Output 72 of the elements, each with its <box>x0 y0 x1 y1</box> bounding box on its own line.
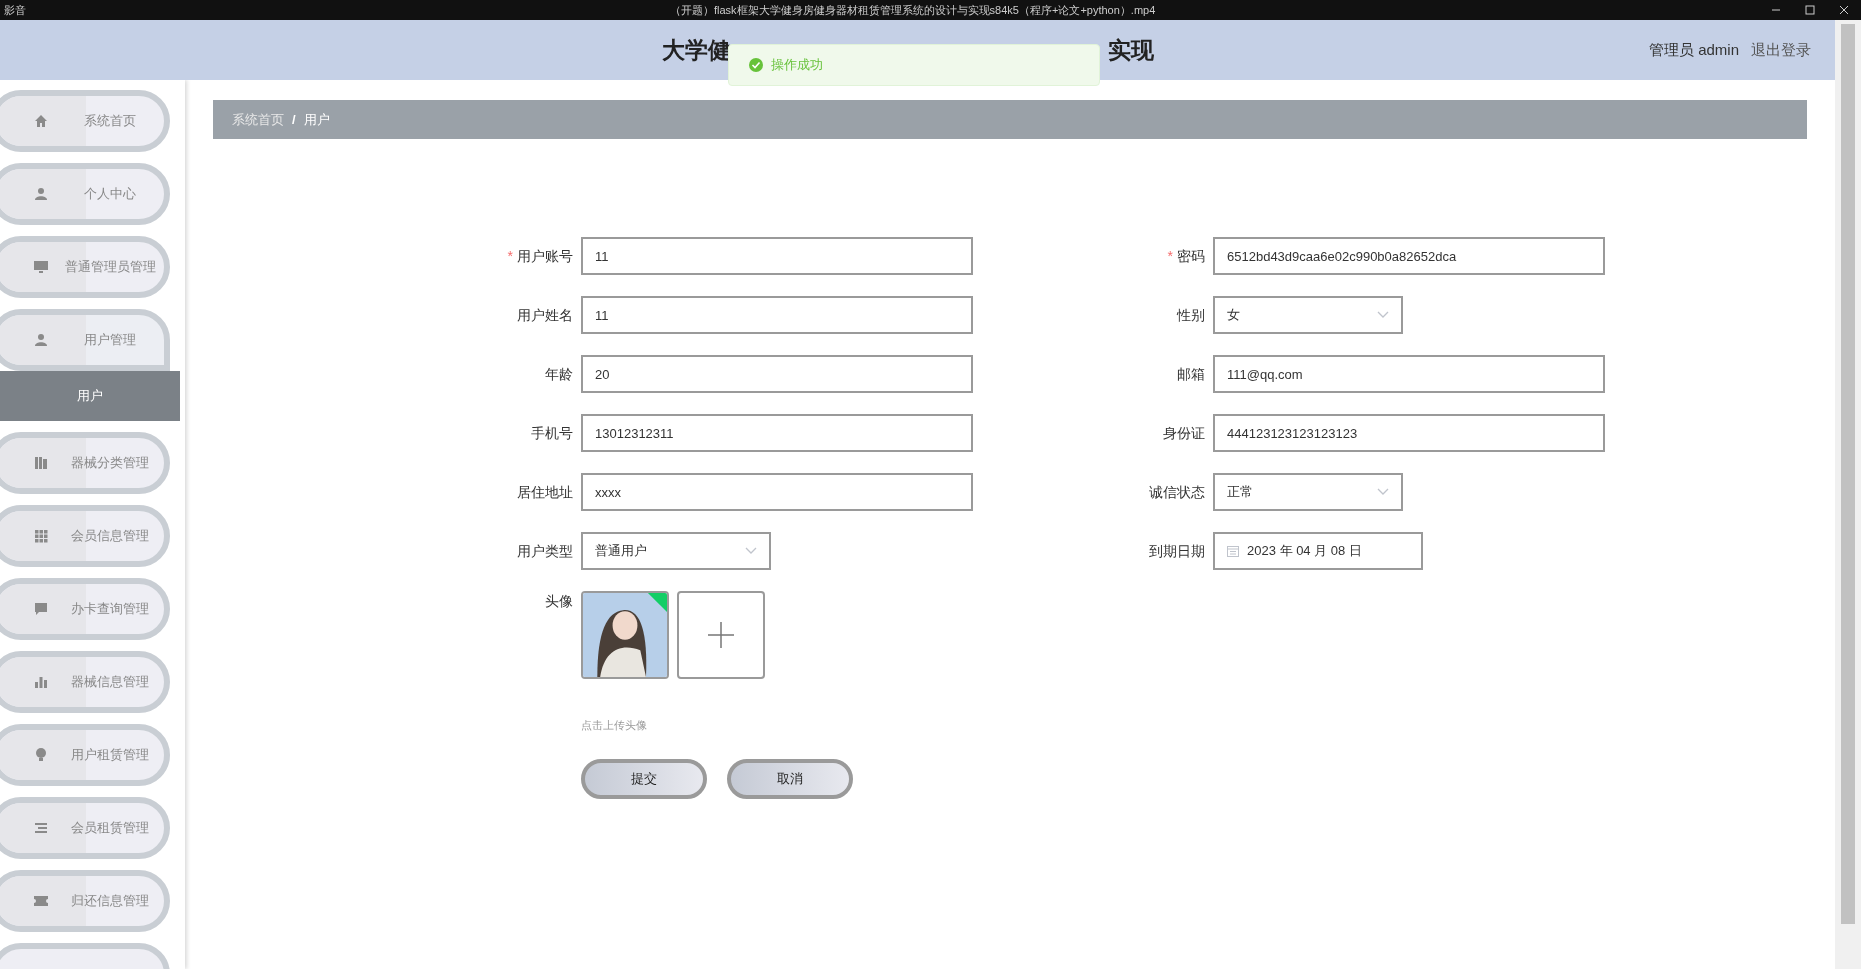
select-field[interactable]: 正常 <box>1213 473 1403 511</box>
field-label: 手机号 <box>531 423 573 443</box>
home-icon <box>33 113 49 129</box>
field-label: 身份证 <box>1163 423 1205 443</box>
header-title: 大学健 <box>662 35 731 65</box>
sidebar-item[interactable]: 用户管理 <box>0 309 170 371</box>
bulb-icon <box>33 747 49 763</box>
sidebar-item[interactable]: 办卡查询管理 <box>0 578 170 640</box>
maximize-icon[interactable] <box>1805 5 1815 15</box>
required-mark: * <box>507 246 513 266</box>
file-title: （开题）flask框架大学健身房健身器材租赁管理系统的设计与实现s84k5（程序+论文+python）.mp4 <box>670 2 1156 18</box>
field-label: 用户类型 <box>517 541 573 561</box>
sidebar-item[interactable]: 普通管理员管理 <box>0 236 170 298</box>
chevron-down-icon <box>745 547 757 555</box>
field-label: 密码 <box>1177 246 1205 266</box>
submit-button[interactable]: 提交 <box>581 758 707 799</box>
sidebar-subitem[interactable]: 用户 <box>0 371 180 421</box>
app-label: 影音 <box>4 2 26 18</box>
input-field[interactable]: 11 <box>581 296 973 334</box>
header-title: 实现 <box>1108 35 1154 65</box>
user-icon <box>33 332 49 348</box>
chevron-down-icon <box>1377 311 1389 319</box>
sidebar-item[interactable]: 器械信息管理 <box>0 651 170 713</box>
field-label: 诚信状态 <box>1149 482 1205 502</box>
field-label: 性别 <box>1177 305 1205 325</box>
field-label: 用户账号 <box>517 246 573 266</box>
sidebar-item[interactable]: 会员租赁管理 <box>0 797 170 859</box>
chevron-down-icon <box>1377 488 1389 496</box>
field-label: 居住地址 <box>517 482 573 502</box>
field-label: 用户姓名 <box>517 305 573 325</box>
success-icon <box>749 58 763 72</box>
required-mark: * <box>1167 246 1173 266</box>
input-field[interactable]: 11 <box>581 237 973 275</box>
sidebar-item[interactable]: 个人中心 <box>0 163 170 225</box>
cancel-button[interactable]: 取消 <box>727 758 853 799</box>
logout-link[interactable]: 退出登录 <box>1751 38 1811 62</box>
upload-button[interactable] <box>677 591 765 679</box>
sidebar-item[interactable]: 会员信息管理 <box>0 505 170 567</box>
monitor-icon <box>33 259 49 275</box>
user-role: 管理员 admin <box>1648 39 1739 60</box>
calendar-icon <box>1227 545 1239 557</box>
scrollbar-thumb[interactable] <box>1841 24 1855 924</box>
input-field[interactable]: 20 <box>581 355 973 393</box>
input-field[interactable]: 6512bd43d9caa6e02c990b0a82652dca <box>1213 237 1605 275</box>
toast-message: 操作成功 <box>771 56 823 75</box>
input-field[interactable]: 111@qq.com <box>1213 355 1605 393</box>
plus-icon <box>707 621 735 649</box>
input-field[interactable]: 13012312311 <box>581 414 973 452</box>
upload-hint: 点击上传头像 <box>581 718 648 733</box>
select-field[interactable]: 普通用户 <box>581 532 771 570</box>
chart-icon <box>33 674 49 690</box>
sidebar-item[interactable]: 系统首页 <box>0 90 170 152</box>
sidebar-item[interactable]: 用户租赁管理 <box>0 724 170 786</box>
sidebar-item[interactable]: 器械分类管理 <box>0 432 170 494</box>
date-field[interactable]: 2023 年 04 月 08 日 <box>1213 532 1423 570</box>
input-field[interactable]: 444123123123123123 <box>1213 414 1605 452</box>
grid-icon <box>33 528 49 544</box>
sidebar-item[interactable]: 归还信息管理 <box>0 870 170 932</box>
field-label: 头像 <box>544 592 574 611</box>
breadcrumb-separator: / <box>292 110 296 129</box>
chat-icon <box>33 601 49 617</box>
input-field[interactable]: xxxx <box>581 473 973 511</box>
list-icon <box>33 820 49 836</box>
field-label: 邮箱 <box>1177 364 1205 384</box>
field-label: 到期日期 <box>1149 541 1205 561</box>
book-icon <box>33 455 49 471</box>
breadcrumb-link[interactable]: 用户 <box>303 109 330 130</box>
select-field[interactable]: 女 <box>1213 296 1403 334</box>
user-icon <box>33 186 49 202</box>
field-label: 年龄 <box>545 364 573 384</box>
close-icon[interactable] <box>1839 5 1849 15</box>
ticket-icon <box>33 893 49 909</box>
